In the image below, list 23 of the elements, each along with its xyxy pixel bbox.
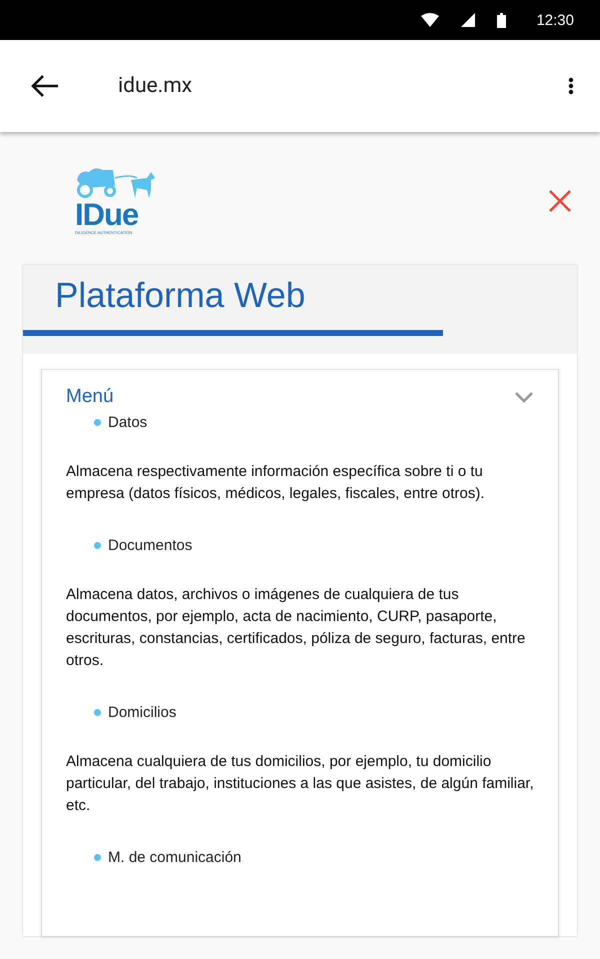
wifi-icon: [421, 13, 440, 27]
battery-icon: [497, 12, 506, 28]
signal-icon: [461, 13, 476, 27]
item-description: Almacena datos, archivos o imágenes de cualquiera de tus documentos, por ejemplo, acta de nacimiento, CURP, pasaporte, escrituras, constancias, certificados, póliza de seguro, facturas, entre otros.: [66, 585, 526, 671]
bullet-icon: [94, 709, 101, 716]
more-menu-icon[interactable]: [568, 77, 574, 95]
chevron-icon[interactable]: [514, 391, 534, 403]
item-description: Almacena cualquiera de tus domicilios, por ejemplo, tu domicilio particular, del trabajo, instituciones a las que asistes, de algún familiar, etc.: [66, 752, 534, 816]
menu-item[interactable]: Datos: [108, 414, 148, 431]
back-icon[interactable]: [30, 74, 60, 98]
menu-item[interactable]: M. de comunicación: [108, 849, 242, 866]
bullet-icon: [94, 542, 101, 549]
panel-title: Plataforma Web: [54, 275, 306, 317]
logo-name: IDue: [75, 200, 138, 230]
menu-title[interactable]: Menú: [66, 386, 114, 408]
close-icon[interactable]: [548, 188, 572, 212]
bullet-icon: [94, 854, 101, 861]
bullet-icon: [94, 419, 101, 426]
page-title: idue.mx: [118, 74, 194, 98]
clock-time: 12:30: [536, 12, 574, 28]
menu-item[interactable]: Documentos: [108, 537, 192, 554]
item-description: Almacena respectivamente información específica sobre ti o tu empresa (datos físicos, médicos, legales, fiscales, entre otros).: [66, 462, 486, 504]
menu-item[interactable]: Domicilios: [108, 704, 176, 721]
